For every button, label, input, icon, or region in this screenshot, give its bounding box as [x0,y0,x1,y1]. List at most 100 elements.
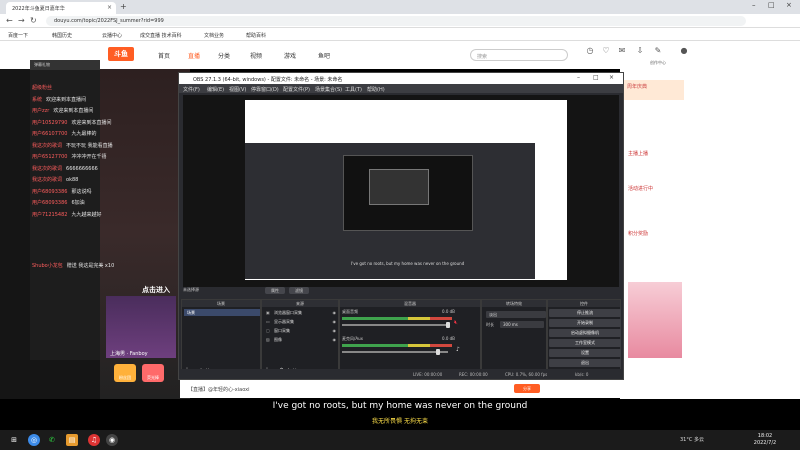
volume-slider-handle[interactable] [436,349,440,355]
transition-select[interactable]: 淡出 [486,311,546,318]
bookmark-item[interactable]: 韩国历史 [52,32,72,39]
source-item[interactable]: ▭ 显示器采集 ◉ [264,318,338,325]
bookmark-item[interactable]: 成交直播 技术百科 [140,32,182,39]
close-icon[interactable]: × [107,4,112,11]
bookmark-item[interactable]: 文档业务 [204,32,224,39]
volume-slider-handle[interactable] [446,322,450,328]
speaker-icon[interactable]: ♪ [456,346,460,353]
maximize-icon[interactable]: □ [593,74,599,81]
chat-username[interactable]: 系统 [32,97,42,103]
chat-header[interactable]: 弹幕礼物 [30,60,100,70]
menu-tools[interactable]: 工具(T) [345,86,362,93]
duration-input[interactable]: 300 ms [500,321,544,328]
chat-username[interactable]: 我这次的歌词 [32,177,62,183]
exit-button[interactable]: 退出 [549,359,621,367]
chat-username[interactable]: 超级粉丝 [32,85,52,91]
windows-start-icon[interactable]: ⊞ [8,434,20,446]
nav-item[interactable]: 分类 [218,51,230,60]
scenes-dock: 场景 场景 ＋ − ∧ ∨ [181,299,261,377]
eye-icon[interactable]: ◉ [333,328,337,333]
bookmark-item[interactable]: 帮助百科 [246,32,266,39]
chat-username[interactable]: 我这次的歌词 [32,143,62,149]
chat-username[interactable]: 用户71215482 [32,212,67,218]
reload-icon[interactable]: ↻ [30,16,37,25]
file-explorer-icon[interactable]: ▤ [66,434,78,446]
netease-music-icon[interactable]: ♫ [88,434,100,446]
forward-icon[interactable]: → [18,16,25,25]
menu-help[interactable]: 帮助(H) [367,86,385,93]
creator-center-icon[interactable]: ✎ [650,46,666,55]
browser-tab[interactable]: 2022年斗鱼夏日嘉年华 × [6,2,116,14]
gift-fan-club[interactable]: 粉丝团 [114,364,136,382]
chat-username[interactable]: 用户65127700 [32,154,67,160]
menu-scene-collection[interactable]: 场景集合(S) [315,86,342,93]
volume-slider[interactable] [342,351,448,353]
eye-icon[interactable]: ◉ [333,337,337,342]
right-banner[interactable]: 周年庆典 [624,80,684,100]
wechat-icon[interactable]: ✆ [46,434,58,446]
start-virtual-camera-button[interactable]: 启动虚拟摄像机 [549,329,621,337]
click-hint[interactable]: 点击进入 [142,285,170,295]
properties-button[interactable]: 属性 [265,287,285,294]
follow-icon[interactable]: ♡ [598,46,614,55]
message-icon[interactable]: ✉ [614,46,630,55]
new-tab-icon[interactable]: + [120,2,127,11]
minimize-icon[interactable]: – [577,74,580,81]
maximize-icon[interactable]: □ [768,1,775,9]
chat-username[interactable]: 用户66107700 [32,131,67,137]
nav-item[interactable]: 鱼吧 [318,51,330,60]
chat-username[interactable]: 用户zzr [32,108,49,114]
obs-icon[interactable]: ◉ [106,434,118,446]
settings-button[interactable]: 设置 [549,349,621,357]
menu-profile[interactable]: 配置文件(P) [283,86,310,93]
eye-icon[interactable]: ◉ [333,310,337,315]
close-icon[interactable]: × [609,74,614,81]
room-title[interactable]: 【直播】@年轻的心-xiaoxi [188,386,249,393]
source-item[interactable]: ▣ 浏览器窗口采集 ◉ [264,309,338,316]
minimize-icon[interactable]: – [752,1,756,9]
download-icon[interactable]: ⇩ [632,46,648,55]
weather[interactable]: 31°C 多云 [680,436,704,443]
chrome-icon[interactable]: ◎ [28,434,40,446]
muted-speaker-icon[interactable]: 🔇︎ [454,319,458,327]
nav-item-live[interactable]: 直播 [188,51,200,60]
close-window-icon[interactable]: × [786,1,792,9]
source-item[interactable]: ▢ 窗口采集 ◉ [264,327,338,334]
studio-mode-button[interactable]: 工作室模式 [549,339,621,347]
bookmark-item[interactable]: 云播中心 [102,32,122,39]
obs-preview[interactable]: I've got no roots, but my home was never… [183,95,619,287]
chat-text: 不玩不玩 我能看直播 [66,142,113,149]
chat-username[interactable]: 用户10529790 [32,120,67,126]
menu-view[interactable]: 视图(V) [229,86,246,93]
back-icon[interactable]: ← [6,16,13,25]
chat-username[interactable]: 用户68093386 [32,200,67,206]
eye-icon[interactable]: ◉ [333,319,337,324]
audio-mixer-dock: 混音器 桌面音频 0.0 dB 🔇︎ 麦克风/Aux 0.0 dB ♪ [339,299,481,377]
stop-streaming-button[interactable]: 停止推流 [549,309,621,317]
source-item[interactable]: ▨ 图像 ◉ [264,336,338,343]
address-bar[interactable]: douyu.com/topic/2022FSJ_summer?rid=999 [46,16,746,26]
avatar[interactable]: ● [676,46,692,55]
site-logo[interactable]: 斗鱼 [108,47,134,61]
chat-username[interactable]: Shubo小龙包 [32,263,63,269]
menu-docks[interactable]: 停靠窗口(D) [251,86,279,93]
site-search-input[interactable]: 搜索 [470,49,568,61]
history-icon[interactable]: ◷ [582,46,598,55]
filters-button[interactable]: 滤镜 [289,287,309,294]
promo-image[interactable] [628,282,682,358]
gift-glowstick[interactable]: 荧光棒 [142,364,164,382]
nav-item[interactable]: 首页 [158,51,170,60]
chat-username[interactable]: 用户68093386 [32,189,67,195]
scene-item[interactable]: 场景 [184,309,260,316]
share-button[interactable]: 分享 [514,384,540,393]
chat-username[interactable]: 我这次的歌词 [32,166,62,172]
nav-item[interactable]: 游戏 [284,51,296,60]
bookmark-item[interactable]: 百度一下 [8,32,28,39]
system-clock[interactable]: 18:02 2022/7/2 [750,433,780,447]
menu-edit[interactable]: 编辑(E) [207,86,224,93]
streamer-card[interactable] [106,296,176,358]
nav-item[interactable]: 视频 [250,51,262,60]
volume-slider[interactable] [342,324,448,326]
menu-file[interactable]: 文件(F) [183,86,200,93]
start-recording-button[interactable]: 开始录制 [549,319,621,327]
